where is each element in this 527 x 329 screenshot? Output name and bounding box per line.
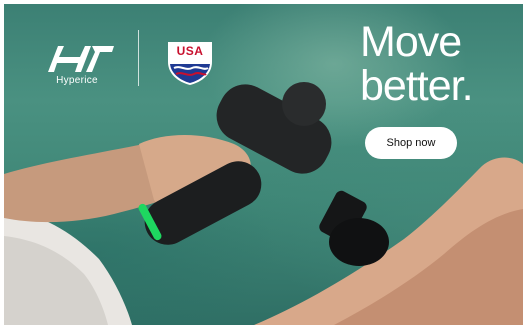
hyperice-logo: Hyperice bbox=[34, 44, 124, 92]
headline-line-1: Move bbox=[360, 18, 462, 66]
hyperice-logo-icon bbox=[48, 46, 114, 72]
logo-divider bbox=[138, 30, 139, 86]
hyperice-ad-banner[interactable]: Hyperice USA Move better. Shop now bbox=[4, 4, 523, 325]
shop-now-button[interactable]: Shop now bbox=[365, 127, 457, 159]
usa-swimming-text: USA bbox=[176, 44, 204, 58]
headline: Move better. bbox=[360, 20, 520, 108]
brand-name: Hyperice bbox=[56, 75, 98, 86]
banner-frame: Hyperice USA Move better. Shop now bbox=[0, 0, 527, 329]
headline-line-2: better. bbox=[360, 62, 474, 110]
